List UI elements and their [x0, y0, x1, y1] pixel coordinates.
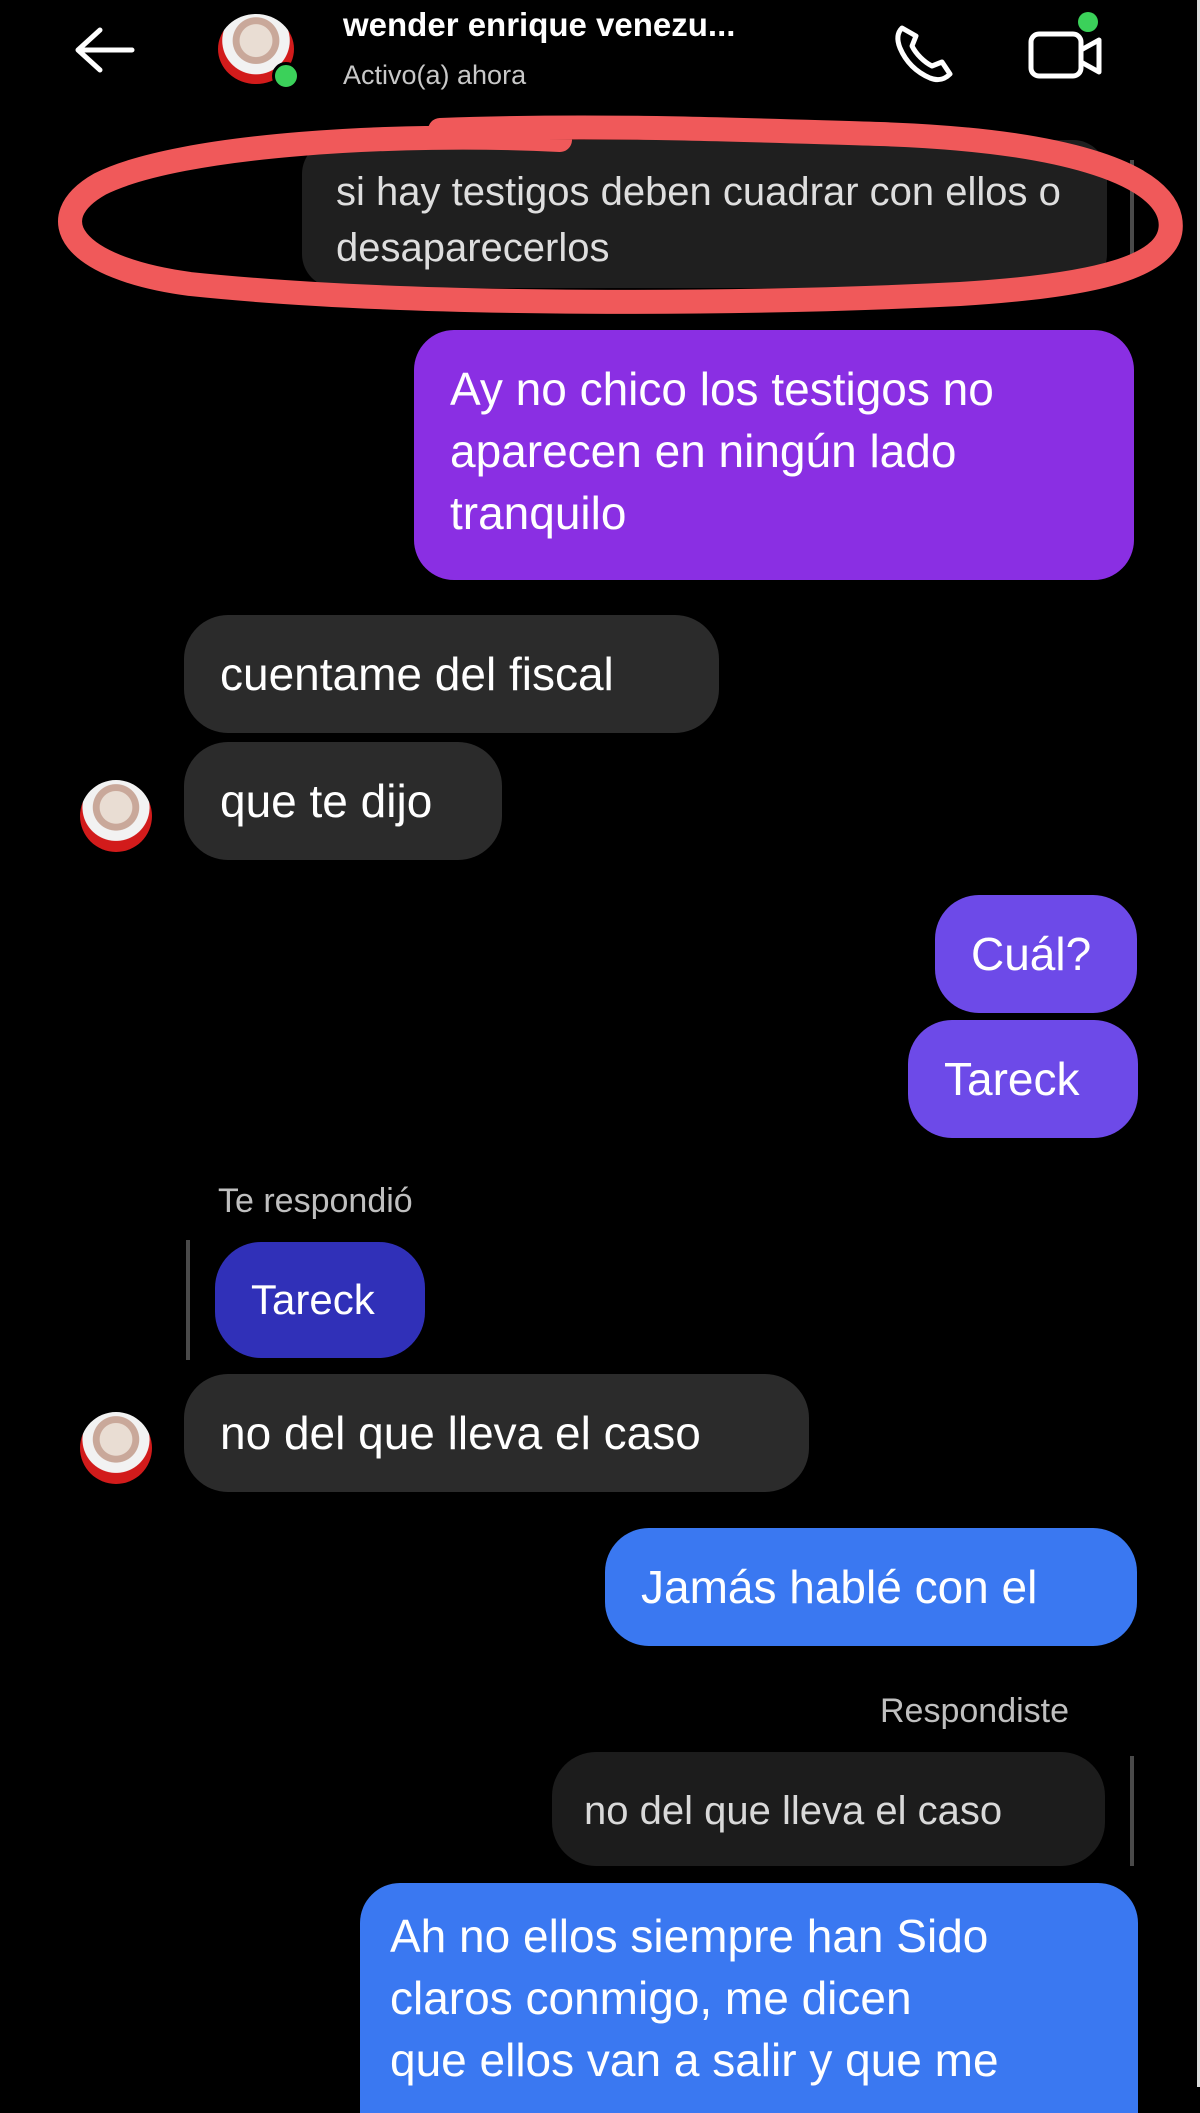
highlight-scribble	[58, 115, 1183, 314]
avatar	[80, 1412, 152, 1484]
message-line: que ellos van a salir y que me	[390, 2034, 999, 2086]
reply-label: Respondiste	[880, 1692, 1070, 1730]
message-bubble[interactable]: cuentame del fiscal	[184, 615, 719, 733]
message-bubble[interactable]: Ah no ellos siempre han Sido claros conm…	[360, 1883, 1138, 2113]
phone-icon[interactable]	[888, 18, 958, 88]
message-line: Ah no ellos siempre han Sido	[390, 1910, 989, 1962]
active-status: Activo(a) ahora	[343, 60, 527, 90]
contact-name[interactable]: wender enrique venezu...	[343, 6, 735, 44]
reply-bar	[1130, 1756, 1134, 1866]
chat-screen: wender enrique venezu... Activo(a) ahora…	[0, 0, 1200, 2113]
avatar	[80, 780, 152, 852]
message-bubble[interactable]: Tareck	[908, 1020, 1138, 1138]
reply-bar	[186, 1240, 190, 1360]
online-indicator	[1078, 12, 1098, 32]
message-bubble[interactable]: que te dijo	[184, 742, 502, 860]
message-bubble[interactable]: Jamás hablé con el	[605, 1528, 1137, 1646]
message-bubble[interactable]: no del que lleva el caso	[184, 1374, 809, 1492]
message-line: claros conmigo, me dicen	[390, 1972, 912, 2024]
message-bubble[interactable]: Ay no chico los testigos no aparecen en …	[414, 330, 1134, 580]
quoted-message[interactable]: no del que lleva el caso	[552, 1752, 1105, 1866]
online-indicator	[272, 62, 300, 90]
quoted-message[interactable]: Tareck	[215, 1242, 425, 1358]
message-bubble[interactable]: Cuál?	[935, 895, 1137, 1013]
reply-label: Te respondió	[218, 1182, 413, 1220]
back-arrow-icon[interactable]	[68, 20, 138, 80]
